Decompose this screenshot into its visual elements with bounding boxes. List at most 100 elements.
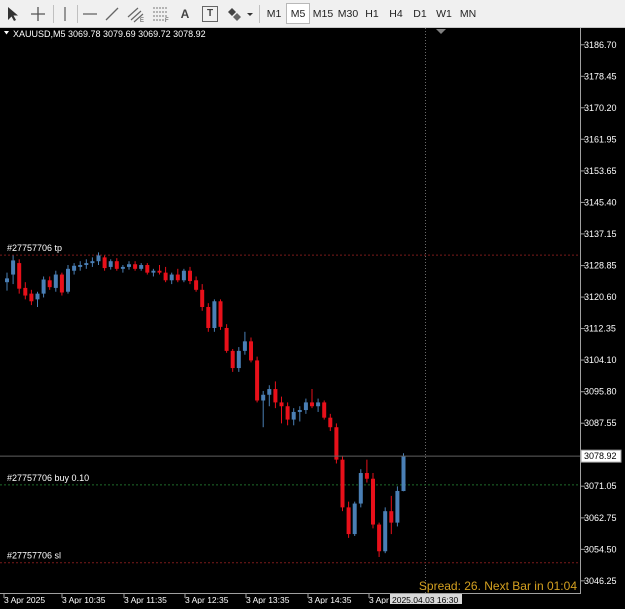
spread-info: Spread: 26. Next Bar in 01:04 xyxy=(419,579,577,593)
candle-body xyxy=(236,350,241,369)
candle-body xyxy=(72,265,77,271)
price-tick-label: 3071.05 xyxy=(584,481,617,491)
candle-body xyxy=(401,456,406,492)
time-axis-ticks: 3 Apr 2025 3 Apr 10:35 3 Apr 11:35 3 Apr 12… xyxy=(3,594,413,605)
order-line-label: #27757706 tp xyxy=(7,243,62,253)
price-tick-label: 3128.85 xyxy=(584,261,617,271)
price-tick-label: 3137.15 xyxy=(584,229,617,239)
candle-body xyxy=(371,478,375,525)
price-tick-label: 3178.45 xyxy=(584,71,617,81)
candle-body xyxy=(175,274,180,281)
svg-text:E: E xyxy=(140,18,144,23)
candle-body xyxy=(224,327,229,351)
toolbar-separator xyxy=(53,5,54,23)
candle-body xyxy=(212,301,217,328)
shapes-icon[interactable] xyxy=(224,3,256,24)
candle-body xyxy=(96,255,101,262)
candle-body xyxy=(352,503,357,535)
vertical-line-icon[interactable] xyxy=(56,3,74,24)
timeframe-mn[interactable]: MN xyxy=(456,3,480,24)
candle-body xyxy=(322,402,327,418)
candle-body xyxy=(17,263,22,289)
symbol-header: XAUUSD,M5 3069.78 3079.69 3069.72 3078.9… xyxy=(13,29,206,39)
candle-body xyxy=(41,279,46,294)
candle-body xyxy=(35,293,40,300)
time-tick-label: 3 Apr 13:35 xyxy=(246,595,290,604)
chart-background xyxy=(0,28,625,604)
horizontal-line-icon[interactable] xyxy=(80,3,100,24)
timeframe-w1[interactable]: W1 xyxy=(432,3,456,24)
candle-body xyxy=(255,360,260,401)
price-tick-label: 3046.25 xyxy=(584,576,617,586)
candle-body xyxy=(53,274,58,288)
candle-body xyxy=(242,341,247,351)
time-tick-label: 3 Apr 2025 xyxy=(4,595,45,604)
candle-body xyxy=(114,261,119,269)
trendline-icon[interactable] xyxy=(102,3,122,24)
candle-body xyxy=(395,490,400,523)
candle-body xyxy=(169,274,174,281)
candle-body xyxy=(188,270,192,282)
candle-body xyxy=(151,270,156,273)
chart-area[interactable]: XAUUSD,M5 3069.78 3079.69 3069.72 3078.9… xyxy=(0,28,625,605)
candle-body xyxy=(78,265,83,267)
crosshair-time-label: 2025.04.03 16:30 xyxy=(392,595,458,604)
candle-body xyxy=(127,264,131,267)
candle-body xyxy=(230,350,235,369)
text-icon[interactable]: A xyxy=(176,3,194,24)
price-tick-label: 3153.65 xyxy=(584,166,617,176)
candle-body xyxy=(273,389,278,403)
timeframe-h4[interactable]: H4 xyxy=(384,3,408,24)
text-label-icon[interactable]: T xyxy=(199,3,221,24)
candle-body xyxy=(133,264,138,269)
time-tick-label: 3 Apr 14:35 xyxy=(308,595,352,604)
timeframe-m15[interactable]: M15 xyxy=(310,3,336,24)
time-tick-label: 3 Apr 10:35 xyxy=(62,595,106,604)
equidistant-channel-icon[interactable]: E xyxy=(125,3,147,24)
candle-body xyxy=(249,341,253,361)
candle-body xyxy=(29,293,34,302)
cursor-icon[interactable] xyxy=(3,3,23,24)
timeframe-m30[interactable]: M30 xyxy=(336,3,360,24)
candle-body xyxy=(364,473,369,479)
candle-body xyxy=(66,268,70,292)
candle-body xyxy=(11,260,16,275)
toolbar-separator xyxy=(259,5,260,23)
candle-body xyxy=(346,507,351,535)
price-tick-label: 3170.20 xyxy=(584,103,617,113)
timeframe-d1[interactable]: D1 xyxy=(408,3,432,24)
time-tick-label: 3 Apr 11:35 xyxy=(124,595,167,604)
price-tick-label: 3095.80 xyxy=(584,387,617,397)
candle-body xyxy=(23,287,28,296)
candle-body xyxy=(59,274,64,293)
timeframe-m1[interactable]: M1 xyxy=(262,3,286,24)
toolbar-separator xyxy=(77,5,78,23)
fibonacci-icon[interactable]: F xyxy=(150,3,172,24)
timeframe-h1[interactable]: H1 xyxy=(360,3,384,24)
candle-body xyxy=(340,459,345,508)
candle-body xyxy=(334,427,339,460)
candle-body xyxy=(279,402,284,407)
candle-body xyxy=(316,402,321,407)
price-tick-label: 3062.75 xyxy=(584,513,617,523)
price-tick-label: 3054.50 xyxy=(584,544,617,554)
toolbar: E F A T M1 M5 M15 M30 H1 H4 D1 W1 MN xyxy=(0,0,625,28)
candle-body xyxy=(297,410,302,412)
candle-body xyxy=(47,280,52,288)
price-chart[interactable]: XAUUSD,M5 3069.78 3079.69 3069.72 3078.9… xyxy=(0,28,625,605)
crosshair-icon[interactable] xyxy=(27,3,49,24)
candle-body xyxy=(108,261,113,267)
candle-body xyxy=(303,402,308,411)
candle-body xyxy=(285,406,290,420)
price-tick-label: 3186.70 xyxy=(584,40,617,50)
candle-body xyxy=(90,261,95,264)
candle-body xyxy=(267,389,272,395)
candle-body xyxy=(377,524,382,552)
timeframe-m5[interactable]: M5 xyxy=(286,3,310,24)
price-tick-label: 3112.35 xyxy=(584,324,616,334)
candle-body xyxy=(383,511,388,552)
time-tick-label: 3 Apr 12:35 xyxy=(185,595,229,604)
candle-body xyxy=(218,301,223,327)
candle-body xyxy=(389,511,394,523)
candle-body xyxy=(358,473,363,504)
